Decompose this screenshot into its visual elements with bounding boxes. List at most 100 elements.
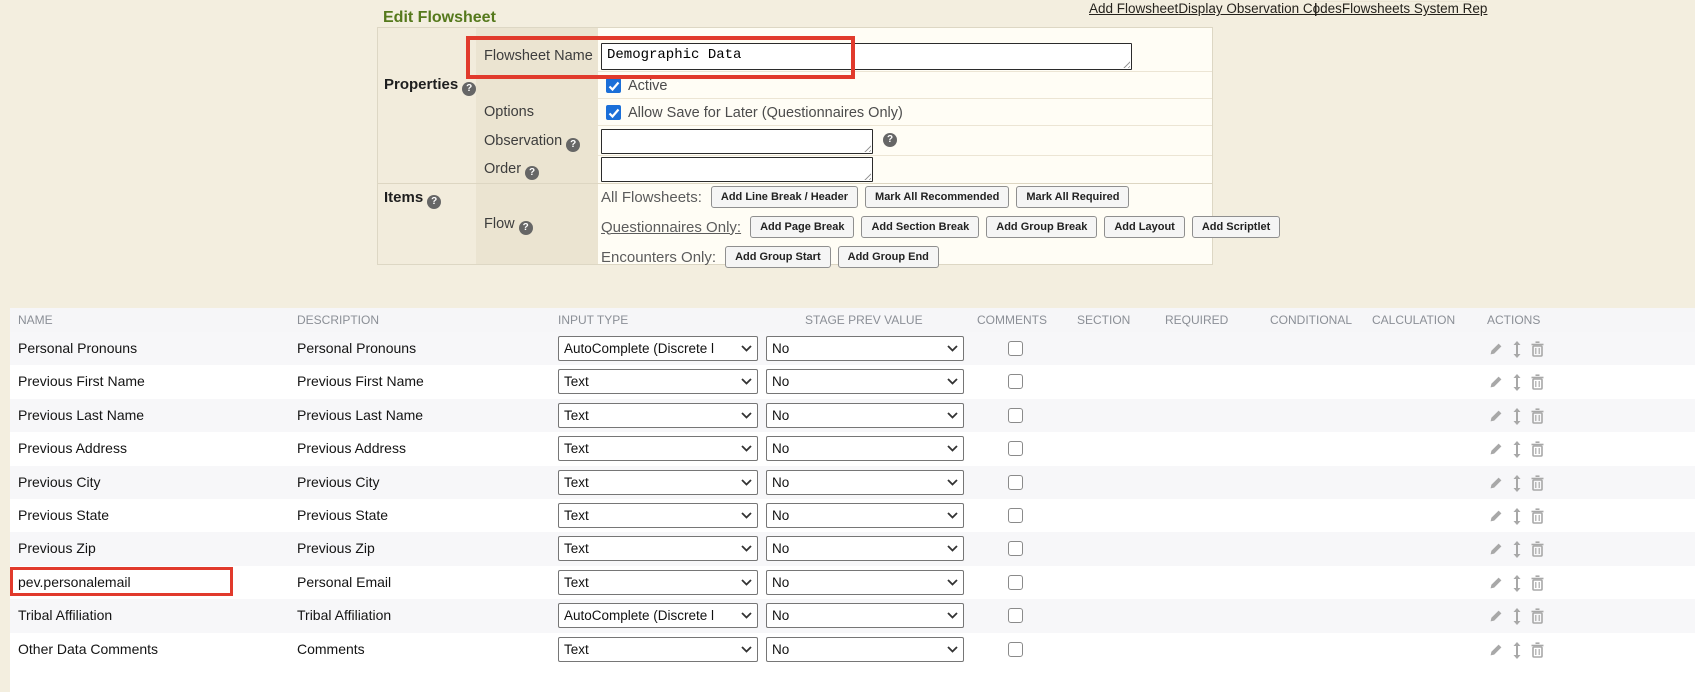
flowsheet-name-input[interactable]: Demographic Data	[601, 43, 1132, 70]
resize-handle-icon[interactable]	[1121, 59, 1130, 68]
resize-handle-icon[interactable]	[862, 171, 871, 180]
move-updown-icon[interactable]	[1512, 408, 1522, 425]
comments-checkbox[interactable]	[1008, 341, 1023, 356]
mark-all-required-button[interactable]: Mark All Required	[1016, 186, 1129, 208]
row-name: Other Data Comments	[18, 633, 158, 666]
move-updown-icon[interactable]	[1512, 475, 1522, 492]
add-section-break-button[interactable]: Add Section Break	[861, 216, 979, 238]
flow-help-icon[interactable]: ?	[519, 221, 533, 235]
stage-prev-value-select[interactable]: No	[766, 336, 964, 361]
items-help-icon[interactable]: ?	[427, 195, 441, 209]
chevron-down-icon	[947, 512, 958, 519]
input-type-select[interactable]: Text	[558, 536, 758, 561]
active-checkbox[interactable]	[606, 78, 621, 93]
move-updown-icon[interactable]	[1512, 608, 1522, 625]
row-description: Previous State	[297, 499, 388, 532]
delete-trash-icon[interactable]	[1530, 642, 1545, 658]
comments-checkbox[interactable]	[1008, 508, 1023, 523]
move-updown-icon[interactable]	[1512, 508, 1522, 525]
row-name: Previous State	[18, 499, 109, 532]
row-actions	[1488, 608, 1545, 625]
add-page-break-button[interactable]: Add Page Break	[750, 216, 854, 238]
input-type-select[interactable]: Text	[558, 637, 758, 662]
input-type-select[interactable]: AutoComplete (Discrete l	[558, 336, 758, 361]
delete-trash-icon[interactable]	[1530, 441, 1545, 457]
add-group-start-button[interactable]: Add Group Start	[725, 246, 831, 268]
input-type-select[interactable]: Text	[558, 470, 758, 495]
chevron-down-icon	[741, 612, 752, 619]
comments-checkbox[interactable]	[1008, 642, 1023, 657]
add-group-end-button[interactable]: Add Group End	[838, 246, 939, 268]
stage-prev-value-select[interactable]: No	[766, 470, 964, 495]
move-updown-icon[interactable]	[1512, 441, 1522, 458]
input-type-select[interactable]: Text	[558, 436, 758, 461]
delete-trash-icon[interactable]	[1530, 608, 1545, 624]
move-updown-icon[interactable]	[1512, 374, 1522, 391]
delete-trash-icon[interactable]	[1530, 541, 1545, 557]
edit-pencil-icon[interactable]	[1488, 408, 1504, 424]
flow-encounters-row: Encounters Only:Add Group StartAdd Group…	[601, 246, 939, 268]
edit-pencil-icon[interactable]	[1488, 341, 1504, 357]
delete-trash-icon[interactable]	[1530, 475, 1545, 491]
comments-checkbox[interactable]	[1008, 475, 1023, 490]
order-input[interactable]	[601, 157, 873, 182]
stage-prev-value-select[interactable]: No	[766, 436, 964, 461]
comments-checkbox[interactable]	[1008, 408, 1023, 423]
row-actions	[1488, 408, 1545, 425]
add-layout-button[interactable]: Add Layout	[1104, 216, 1185, 238]
comments-checkbox[interactable]	[1008, 575, 1023, 590]
observation-input[interactable]	[601, 129, 873, 154]
edit-pencil-icon[interactable]	[1488, 642, 1504, 658]
stage-prev-value-select[interactable]: No	[766, 603, 964, 628]
move-updown-icon[interactable]	[1512, 341, 1522, 358]
edit-pencil-icon[interactable]	[1488, 475, 1504, 491]
comments-checkbox[interactable]	[1008, 608, 1023, 623]
move-updown-icon[interactable]	[1512, 642, 1522, 659]
row-description: Previous Zip	[297, 532, 375, 565]
order-label: Order?	[484, 161, 539, 180]
input-type-select[interactable]: Text	[558, 570, 758, 595]
input-type-select[interactable]: AutoComplete (Discrete l	[558, 603, 758, 628]
comments-checkbox[interactable]	[1008, 441, 1023, 456]
delete-trash-icon[interactable]	[1530, 508, 1545, 524]
edit-pencil-icon[interactable]	[1488, 541, 1504, 557]
delete-trash-icon[interactable]	[1530, 374, 1545, 390]
input-type-select[interactable]: Text	[558, 403, 758, 428]
edit-pencil-icon[interactable]	[1488, 441, 1504, 457]
column-header-description: DESCRIPTION	[297, 308, 379, 332]
edit-pencil-icon[interactable]	[1488, 608, 1504, 624]
input-type-select[interactable]: Text	[558, 503, 758, 528]
observation-help-icon[interactable]: ?	[566, 138, 580, 152]
move-updown-icon[interactable]	[1512, 575, 1522, 592]
stage-prev-value-select[interactable]: No	[766, 403, 964, 428]
stage-prev-value-select[interactable]: No	[766, 369, 964, 394]
move-updown-icon[interactable]	[1512, 541, 1522, 558]
comments-checkbox[interactable]	[1008, 374, 1023, 389]
allow-save-checkbox[interactable]	[606, 105, 621, 120]
add-group-break-button[interactable]: Add Group Break	[986, 216, 1097, 238]
edit-pencil-icon[interactable]	[1488, 508, 1504, 524]
mark-all-recommended-button[interactable]: Mark All Recommended	[865, 186, 1009, 208]
add-line-break-header-button[interactable]: Add Line Break / Header	[711, 186, 858, 208]
flowsheet-items-table: NAMEDESCRIPTIONINPUT TYPESTAGE PREV VALU…	[10, 308, 1695, 692]
row-description: Tribal Affiliation	[297, 599, 391, 632]
properties-help-icon[interactable]: ?	[462, 82, 476, 96]
comments-checkbox[interactable]	[1008, 541, 1023, 556]
add-scriptlet-button[interactable]: Add Scriptlet	[1192, 216, 1280, 238]
delete-trash-icon[interactable]	[1530, 575, 1545, 591]
top-link-add-flowsheet[interactable]: Add Flowsheet	[1089, 1, 1178, 16]
stage-prev-value-select[interactable]: No	[766, 503, 964, 528]
delete-trash-icon[interactable]	[1530, 341, 1545, 357]
resize-handle-icon[interactable]	[862, 143, 871, 152]
table-row: pev.personalemail Personal Email Text No	[10, 566, 1695, 599]
delete-trash-icon[interactable]	[1530, 408, 1545, 424]
edit-pencil-icon[interactable]	[1488, 374, 1504, 390]
order-help-icon[interactable]: ?	[525, 166, 539, 180]
stage-prev-value-select[interactable]: No	[766, 536, 964, 561]
input-type-select[interactable]: Text	[558, 369, 758, 394]
edit-pencil-icon[interactable]	[1488, 575, 1504, 591]
stage-prev-value-select[interactable]: No	[766, 570, 964, 595]
stage-prev-value-select[interactable]: No	[766, 637, 964, 662]
observation-field-help-icon[interactable]: ?	[883, 133, 897, 147]
top-link-flowsheets-system-rep[interactable]: Flowsheets System Rep	[1342, 1, 1488, 16]
